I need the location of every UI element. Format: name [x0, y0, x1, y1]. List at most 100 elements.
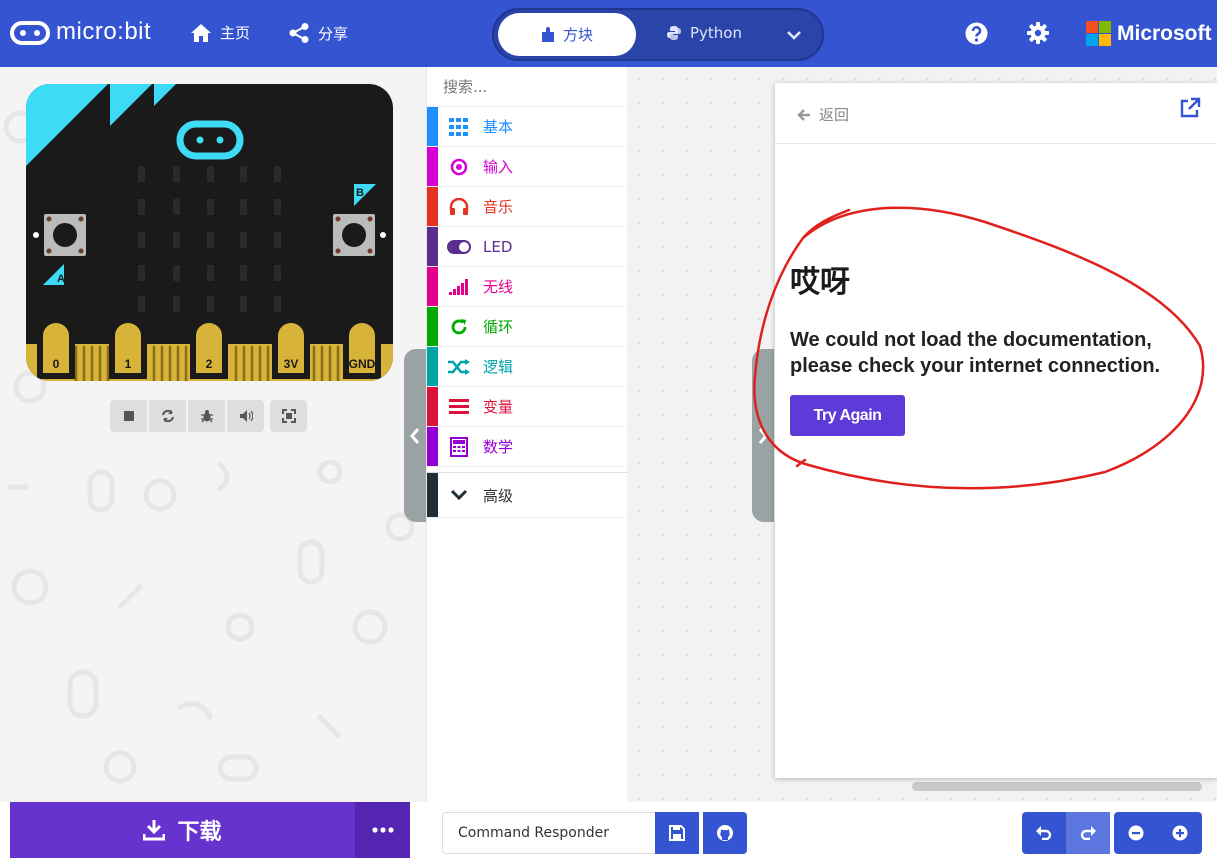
python-tab[interactable]: Python [666, 24, 742, 42]
category-advanced[interactable]: 高级 [427, 472, 627, 518]
chevron-right-icon [758, 427, 768, 444]
category-label: 基本 [483, 118, 514, 136]
app-header: micro:bit 主页 分享 方块 Python Microsoft [0, 0, 1217, 67]
share-link[interactable]: 分享 [288, 22, 348, 44]
category-label: 高级 [483, 486, 514, 505]
docs-header: 返回 [775, 83, 1217, 144]
github-button[interactable] [703, 812, 747, 854]
pin-label-1[interactable]: 1 [125, 357, 132, 371]
blocks-label: 方块 [562, 26, 593, 44]
share-label: 分享 [318, 24, 349, 43]
button-b[interactable] [333, 214, 375, 256]
github-icon [717, 825, 733, 841]
restart-icon [161, 409, 174, 423]
stop-button[interactable] [110, 400, 147, 432]
fullscreen-icon [281, 409, 296, 423]
chevron-left-icon [410, 427, 420, 444]
microbit-board: A B 0 1 2 3V GND [26, 84, 393, 381]
puzzle-icon [541, 26, 554, 42]
microsoft-squares-icon [1086, 21, 1111, 46]
pin-label-gnd: GND [349, 357, 376, 371]
category-label: 无线 [483, 278, 514, 296]
category-logic[interactable]: 逻辑 [427, 347, 627, 387]
redo-icon [1080, 826, 1096, 840]
help-button[interactable] [965, 22, 988, 49]
chevron-down-icon [447, 483, 471, 507]
category-label: 变量 [483, 398, 514, 416]
project-name-input[interactable] [442, 812, 657, 854]
expand-docs-button[interactable] [752, 349, 774, 522]
category-label: 输入 [483, 158, 514, 176]
arrow-left-icon [797, 108, 810, 121]
blocks-tab[interactable]: 方块 [498, 13, 636, 56]
restart-button[interactable] [149, 400, 186, 432]
led-matrix [138, 166, 281, 312]
category-loops[interactable]: 循环 [427, 307, 627, 347]
category-led[interactable]: LED [427, 227, 627, 267]
help-icon [965, 22, 988, 45]
microbit-face-icon [10, 21, 50, 45]
back-label: 返回 [819, 106, 850, 124]
chevron-down-icon [787, 31, 801, 40]
microbit-logo[interactable]: micro:bit [10, 17, 151, 47]
pin-label-2[interactable]: 2 [206, 357, 213, 371]
toggle-icon [447, 235, 471, 259]
workspace-scrollbar[interactable] [912, 782, 1202, 791]
home-link[interactable]: 主页 [190, 22, 250, 43]
try-again-button[interactable]: Try Again [790, 395, 905, 436]
button-a[interactable] [44, 214, 86, 256]
category-label: 音乐 [483, 198, 514, 216]
settings-button[interactable] [1027, 22, 1049, 48]
python-icon [667, 26, 681, 40]
category-music[interactable]: 音乐 [427, 187, 627, 227]
category-label: 逻辑 [483, 358, 514, 376]
debug-button[interactable] [188, 400, 225, 432]
language-dropdown[interactable] [786, 26, 802, 45]
redo-button[interactable] [1066, 812, 1110, 854]
face-logo-icon[interactable] [176, 120, 244, 160]
home-label: 主页 [220, 24, 251, 42]
category-variables[interactable]: 变量 [427, 387, 627, 427]
error-title: 哎呀 [790, 265, 850, 300]
stop-icon [123, 411, 134, 421]
external-link-icon [1180, 97, 1201, 118]
category-radio[interactable]: 无线 [427, 267, 627, 307]
volume-icon [239, 410, 253, 422]
python-label: Python [690, 24, 742, 42]
collapse-simulator-button[interactable] [404, 349, 426, 522]
category-basic[interactable]: 基本 [427, 107, 627, 147]
save-icon [669, 825, 685, 841]
category-label: 数学 [483, 438, 514, 456]
category-label: LED [483, 237, 513, 256]
home-icon [191, 23, 211, 42]
microsoft-logo[interactable]: Microsoft [1086, 21, 1212, 46]
download-more-button[interactable] [355, 802, 410, 858]
button-b-label: B [356, 187, 364, 199]
pin-label-0[interactable]: 0 [53, 357, 60, 371]
headphones-icon [447, 195, 471, 219]
gear-icon [1027, 22, 1049, 44]
zoom-out-button[interactable] [1114, 812, 1158, 854]
zoom-in-button[interactable] [1158, 812, 1202, 854]
simulator-controls [110, 400, 307, 432]
category-input[interactable]: 输入 [427, 147, 627, 187]
toolbox-search-input[interactable] [443, 77, 637, 96]
download-button[interactable]: 下载 [10, 802, 355, 858]
undo-icon [1036, 826, 1052, 840]
save-button[interactable] [655, 812, 699, 854]
undo-button[interactable] [1022, 812, 1066, 854]
toolbox: 基本 输入 音乐 LED 无线 循环 [426, 67, 637, 802]
toolbox-search [427, 67, 637, 107]
signal-bars-icon [447, 275, 471, 299]
category-math[interactable]: 数学 [427, 427, 627, 467]
open-external-button[interactable] [1179, 97, 1201, 123]
minus-circle-icon [1128, 825, 1144, 841]
radio-target-icon [447, 155, 471, 179]
docs-panel: 返回 哎呀 We could not load the documentatio… [775, 83, 1217, 778]
lines-icon [447, 395, 471, 419]
ellipsis-icon [371, 827, 394, 833]
fullscreen-button[interactable] [270, 400, 307, 432]
refresh-icon [447, 315, 471, 339]
back-button[interactable]: 返回 [797, 104, 849, 125]
mute-button[interactable] [227, 400, 264, 432]
